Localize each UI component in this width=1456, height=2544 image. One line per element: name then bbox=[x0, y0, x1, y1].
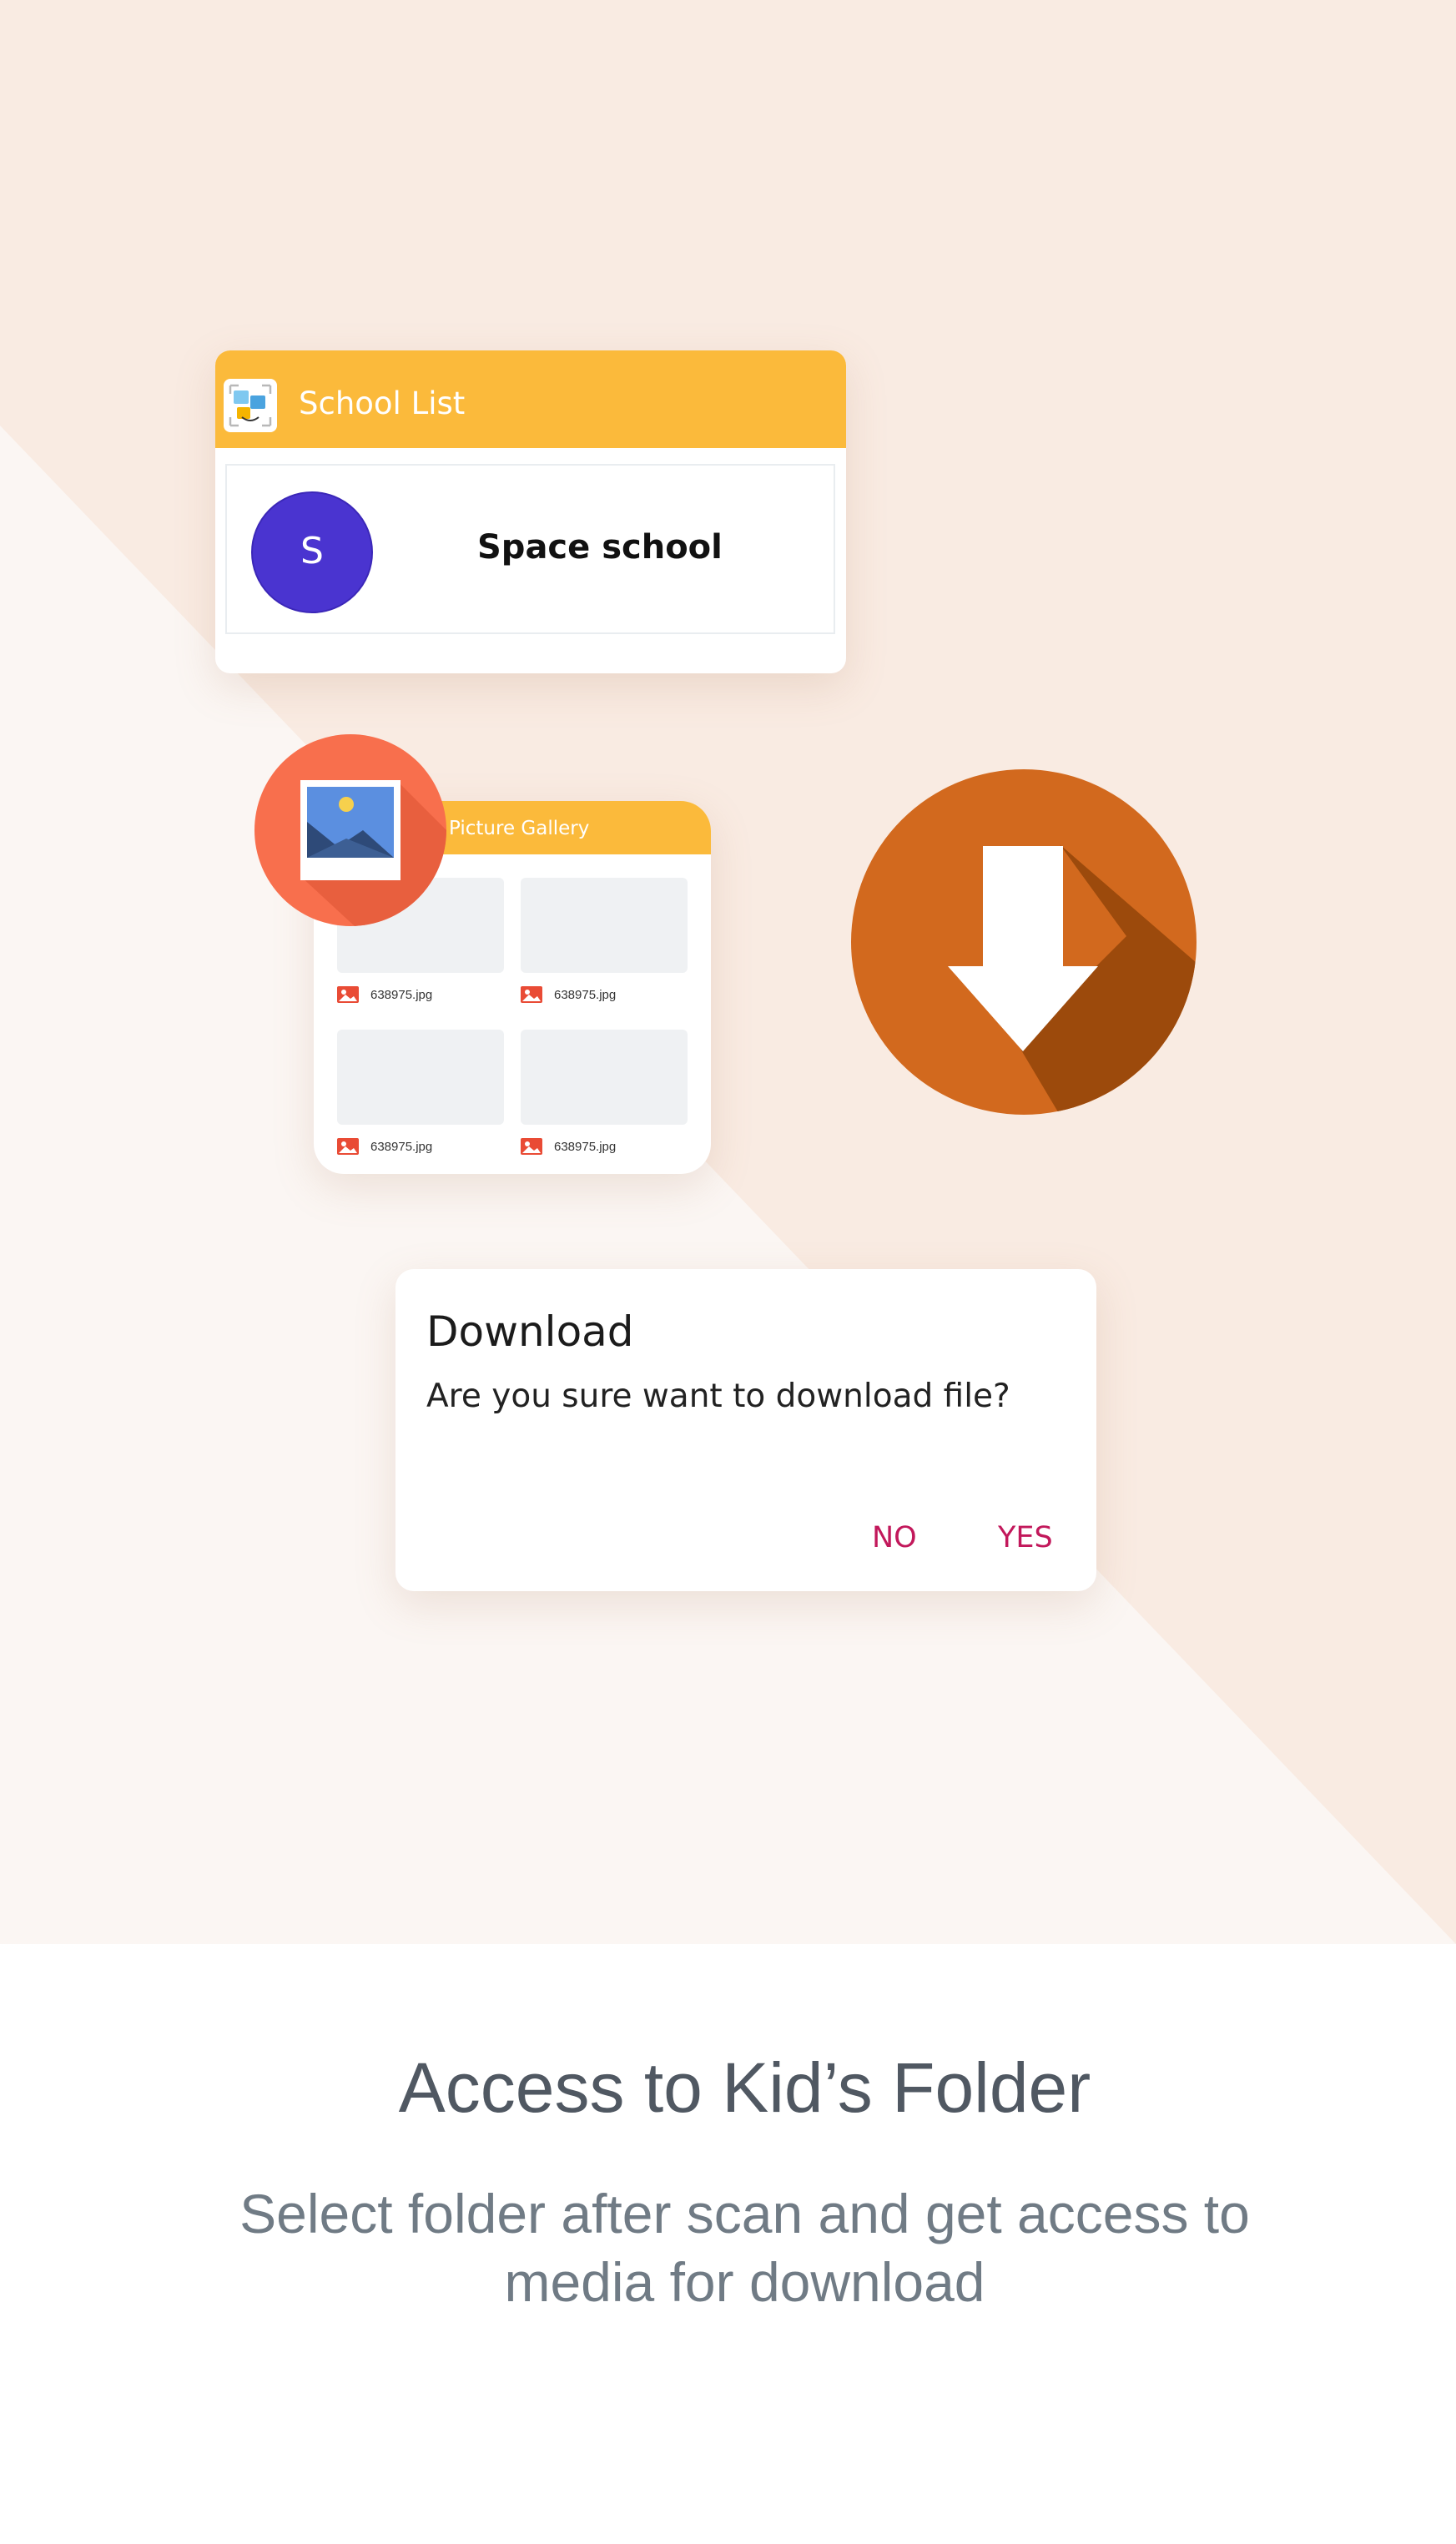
gallery-file-name: 638975.jpg bbox=[554, 988, 617, 1002]
picture-gallery-title: Picture Gallery bbox=[449, 818, 590, 839]
school-list-toolbar: School List bbox=[215, 350, 846, 448]
image-file-icon bbox=[521, 986, 542, 1003]
image-file-icon bbox=[337, 986, 359, 1003]
gallery-thumbnail[interactable] bbox=[337, 1030, 504, 1125]
dialog-message: Are you sure want to download file? bbox=[426, 1378, 1010, 1415]
caption-subtitle-line: Select folder after scan and get access … bbox=[239, 2183, 1250, 2244]
caption-subtitle-line: media for download bbox=[504, 2251, 985, 2313]
caption-title: Access to Kid’s Folder bbox=[398, 2048, 1091, 2127]
school-name: Space school bbox=[477, 528, 723, 567]
hero-diagonal-background bbox=[0, 426, 1456, 1944]
gallery-thumbnail[interactable] bbox=[521, 1030, 688, 1125]
caption-subtitle: Select folder after scan and get access … bbox=[0, 2179, 1456, 2316]
app-logo-icon bbox=[224, 379, 277, 432]
download-dialog: Download Are you sure want to download f… bbox=[395, 1269, 1096, 1591]
gallery-file-name: 638975.jpg bbox=[370, 988, 433, 1002]
school-list-item[interactable]: S Space school bbox=[225, 464, 835, 634]
school-list-title: School List bbox=[299, 385, 466, 421]
no-button[interactable]: NO bbox=[872, 1519, 917, 1556]
gallery-thumbnail[interactable] bbox=[521, 878, 688, 973]
yes-button[interactable]: YES bbox=[998, 1519, 1053, 1556]
picture-gallery-icon bbox=[254, 734, 446, 926]
school-list-card: School List S Space school bbox=[215, 350, 846, 673]
dialog-title: Download bbox=[426, 1307, 634, 1356]
download-arrow-icon bbox=[851, 769, 1197, 1115]
hero-illustration: School List S Space school Picture Galle… bbox=[0, 0, 1456, 1944]
image-file-icon bbox=[521, 1138, 542, 1155]
gallery-file-name: 638975.jpg bbox=[370, 1140, 433, 1154]
gallery-file-name: 638975.jpg bbox=[554, 1140, 617, 1154]
school-avatar: S bbox=[251, 491, 373, 613]
image-file-icon bbox=[337, 1138, 359, 1155]
